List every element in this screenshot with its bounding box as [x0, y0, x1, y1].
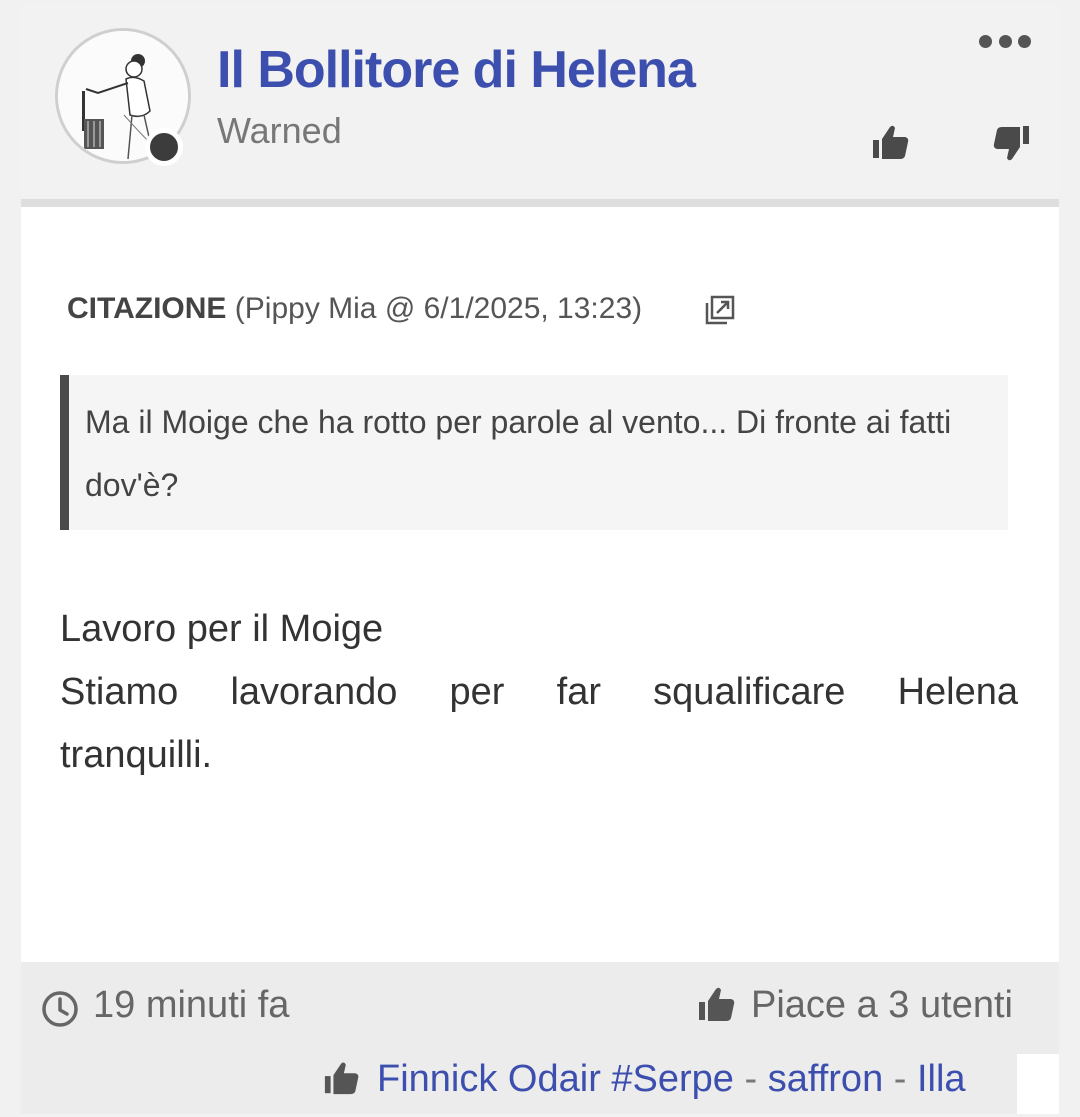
clock-icon [41, 990, 79, 1033]
post-body: Lavoro per il Moige Stiamo lavorando per… [60, 598, 1018, 787]
quote-text: Ma il Moige che ha rotto per parole al v… [60, 375, 1008, 530]
liker-link[interactable]: saffron [768, 1058, 883, 1100]
liker-link[interactable]: Finnick Odair #Serpe [377, 1058, 734, 1100]
post-card: Il Bollitore di Helena Warned CITAZIONE … [21, 4, 1059, 1114]
post-body-line: tranquilli. [60, 734, 213, 776]
author-title: Warned [217, 110, 342, 151]
post-header: Il Bollitore di Helena Warned [21, 4, 1059, 207]
quote-header: CITAZIONE (Pippy Mia @ 6/1/2025, 13:23) [67, 292, 642, 326]
thumbs-up-icon[interactable] [697, 984, 737, 1029]
thumbs-down-icon[interactable] [991, 122, 1031, 171]
more-horizontal-icon[interactable] [979, 35, 1031, 51]
likes-count[interactable]: Piace a 3 utenti [751, 984, 1013, 1027]
quote-label: CITAZIONE [67, 292, 227, 325]
quote-meta: (Pippy Mia @ 6/1/2025, 13:23) [234, 292, 643, 325]
likers-list: Finnick Odair #Serpe - saffron - Illa [377, 1058, 966, 1101]
thumbs-up-icon[interactable] [871, 122, 911, 167]
author-name[interactable]: Il Bollitore di Helena [217, 40, 696, 100]
post-footer: 19 minuti fa Piace a 3 utenti Finnick Od… [21, 962, 1059, 1114]
liker-separator: - [883, 1058, 917, 1100]
post-time: 19 minuti fa [93, 984, 290, 1026]
offline-status-dot [145, 128, 183, 166]
post-body-line: Stiamo lavorando per far squalificare He… [60, 671, 1018, 713]
liker-separator: - [733, 1058, 768, 1100]
thumbs-up-icon [323, 1059, 361, 1102]
open-external-icon[interactable] [704, 294, 736, 331]
post-body-line: Lavoro per il Moige [60, 608, 384, 650]
liker-link[interactable]: Illa [917, 1058, 966, 1100]
footer-edge [1017, 1054, 1059, 1114]
